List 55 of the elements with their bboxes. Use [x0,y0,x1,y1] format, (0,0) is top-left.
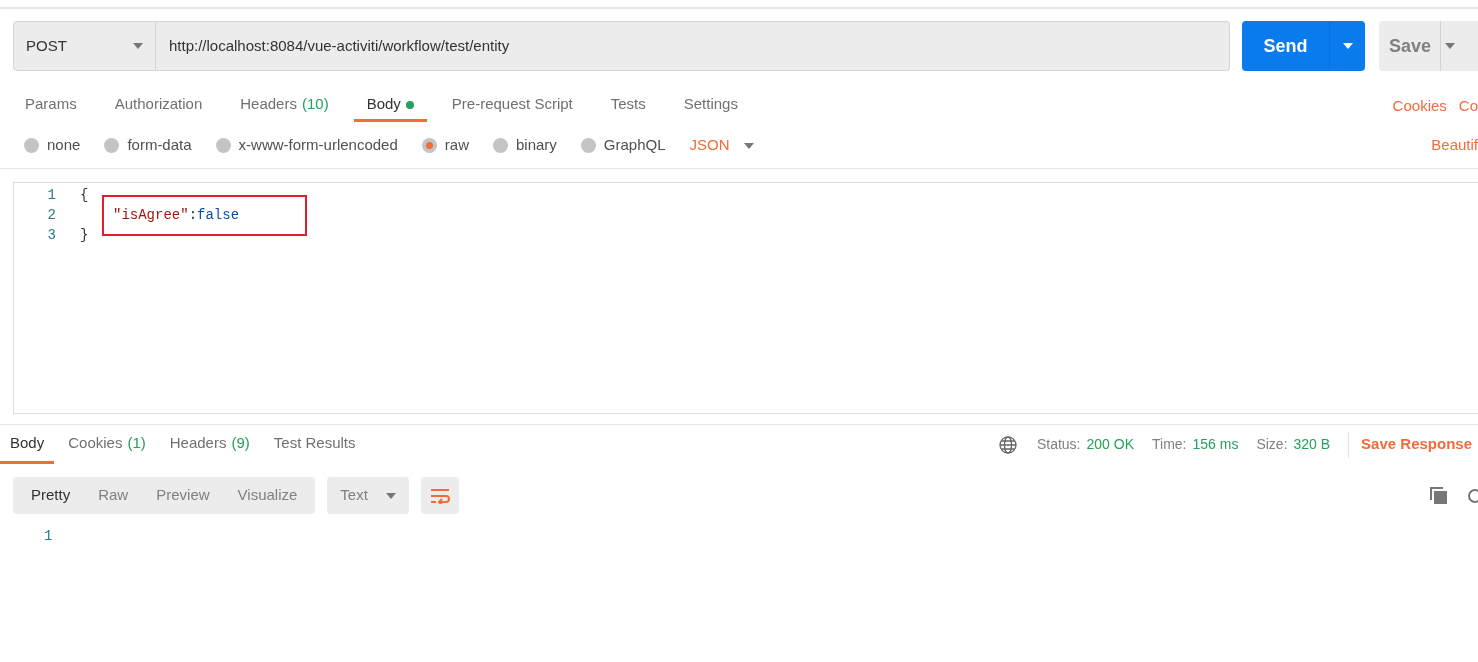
code-token: { [80,186,89,203]
caret-icon [1445,43,1456,49]
stat-label: Status: [1036,435,1081,454]
stat-value: 320 B [1293,435,1331,454]
response-tab[interactable]: Body [0,425,55,464]
line-number: 3 [46,225,56,245]
response-tab[interactable]: Headers (9) [159,425,260,464]
stat-value: 200 OK [1086,435,1134,454]
stat-label: Time: [1152,435,1187,454]
code-token: false [197,206,240,223]
body-type-radio[interactable]: binary [492,134,557,157]
response-format-dropdown[interactable]: Text [327,477,409,514]
method-dropdown[interactable]: POST [13,21,156,71]
body-type-radio[interactable]: none [24,134,81,157]
response-tab[interactable]: Test Results [263,425,366,464]
view-mode-tab[interactable]: Raw [84,477,143,514]
line-number: 1 [44,527,53,546]
body-type-radio[interactable]: raw [421,134,469,157]
line-number: 1 [46,185,56,205]
request-tab[interactable]: Settings [670,90,751,122]
code-editor[interactable]: 1 { 2 "isAgree":false 3 } [13,182,1478,414]
request-tab[interactable]: Params [12,90,90,122]
request-tab[interactable]: Headers (10) [227,90,342,122]
copy-icon [1430,486,1448,505]
globe-icon [998,435,1017,454]
body-type-radio[interactable]: GraphQL [580,134,666,157]
format-dropdown[interactable]: JSON [689,134,754,157]
caret-icon [385,492,396,499]
search-icon [1466,486,1478,505]
view-mode-tab[interactable]: Pretty [17,477,85,514]
caret-icon [1342,43,1353,49]
url-field[interactable]: http://localhost:8084/vue-activiti/workflow/test/entity [156,21,1231,71]
caret-icon [743,142,754,149]
view-mode-tab[interactable]: Visualize [223,477,312,514]
request-tab[interactable]: Body [353,90,427,122]
code-token: : [188,206,198,223]
stat-value: 156 ms [1192,435,1239,454]
view-mode-tab[interactable]: Preview [142,477,224,514]
caret-icon [133,43,143,49]
link[interactable]: Co [1458,94,1478,118]
body-type-radio[interactable]: x-www-form-urlencoded [215,134,398,157]
link[interactable]: Cookies [1392,94,1447,118]
save-response-button[interactable]: Save Response [1348,431,1478,458]
line-number: 2 [46,205,56,225]
stat-label: Size: [1256,435,1288,454]
request-tab[interactable]: Tests [597,90,659,122]
body-type-radio[interactable]: form-data [104,134,192,157]
beautify-link[interactable]: Beautif [1431,134,1478,157]
request-tab[interactable]: Authorization [101,90,216,122]
code-token: } [80,226,89,243]
wrap-lines-button[interactable] [420,477,459,514]
code-token: "isAgree" [113,206,189,223]
request-tab[interactable]: Pre-request Script [438,90,586,122]
response-tab[interactable]: Cookies (1) [58,425,156,464]
wrap-lines-icon [429,487,450,504]
